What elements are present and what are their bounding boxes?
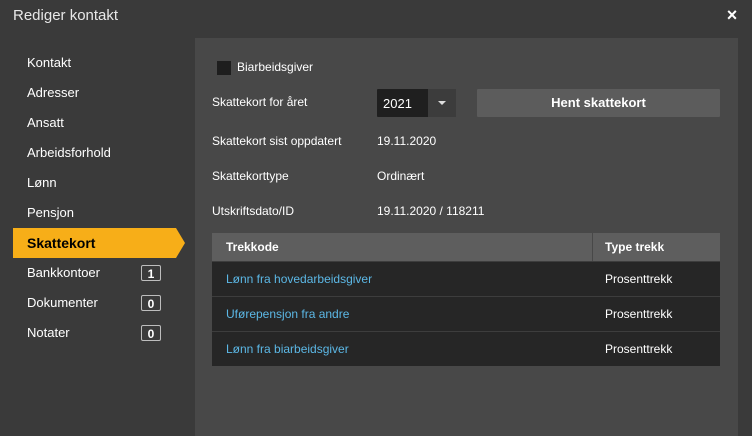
chevron-down-icon[interactable]: [428, 89, 456, 117]
sidebar-item-label: Pensjon: [27, 205, 74, 220]
trekkode-link[interactable]: Lønn fra hovedarbeidsgiver: [226, 272, 372, 286]
sidebar-item-label: Adresser: [27, 85, 80, 100]
type-value: Ordinært: [377, 169, 425, 183]
table-row: Lønn fra hovedarbeidsgiver Prosenttrekk: [212, 261, 720, 296]
biarbeidsgiver-label: Biarbeidsgiver: [237, 60, 314, 74]
biarbeidsgiver-checkbox[interactable]: [217, 61, 231, 75]
deduction-table: Trekkode Type trekk Lønn fra hovedarbeid…: [212, 233, 720, 366]
type-label: Skattekorttype: [212, 169, 289, 183]
table-row: Uførepensjon fra andre Prosenttrekk: [212, 296, 720, 331]
year-label: Skattekort for året: [212, 95, 308, 109]
sidebar-item-bankkontoer[interactable]: Bankkontoer 1: [0, 258, 195, 288]
sidebar-item-skattekort[interactable]: Skattekort: [13, 228, 185, 258]
sidebar-item-label: Ansatt: [27, 115, 64, 130]
count-badge: 0: [141, 295, 161, 311]
column-header-type-trekk: Type trekk: [605, 240, 665, 254]
count-badge: 0: [141, 325, 161, 341]
sidebar-item-label: Arbeidsforhold: [27, 145, 111, 160]
sidebar-item-arbeidsforhold[interactable]: Arbeidsforhold: [0, 138, 195, 168]
table-row: Lønn fra biarbeidsgiver Prosenttrekk: [212, 331, 720, 366]
year-select[interactable]: 2021: [377, 89, 456, 117]
printdate-label: Utskriftsdato/ID: [212, 204, 295, 218]
column-divider: [592, 233, 593, 261]
sidebar-item-label: Dokumenter: [27, 295, 98, 310]
close-icon[interactable]: ×: [724, 5, 740, 25]
fetch-tax-card-button[interactable]: Hent skattekort: [477, 89, 720, 117]
trekkode-link[interactable]: Lønn fra biarbeidsgiver: [226, 342, 349, 356]
count-badge: 1: [141, 265, 161, 281]
type-trekk-cell: Prosenttrekk: [605, 307, 673, 321]
table-header: Trekkode Type trekk: [212, 233, 720, 261]
column-header-trekkode: Trekkode: [226, 240, 279, 254]
content-panel: Biarbeidsgiver Skattekort for året 2021 …: [195, 38, 738, 436]
sidebar-item-pensjon[interactable]: Pensjon: [0, 198, 195, 228]
printdate-value: 19.11.2020 / 118211: [377, 204, 485, 218]
sidebar-item-label: Bankkontoer: [27, 265, 100, 280]
window-title: Rediger kontakt: [13, 7, 119, 24]
updated-value: 19.11.2020: [377, 134, 437, 148]
year-value: 2021: [383, 96, 412, 111]
updated-label: Skattekort sist oppdatert: [212, 134, 342, 148]
sidebar-item-label: Kontakt: [27, 55, 72, 70]
sidebar: Kontakt Adresser Ansatt Arbeidsforhold L…: [0, 48, 195, 348]
type-trekk-cell: Prosenttrekk: [605, 272, 673, 286]
sidebar-item-label: Notater: [27, 325, 70, 340]
sidebar-item-ansatt[interactable]: Ansatt: [0, 108, 195, 138]
sidebar-item-label: Skattekort: [27, 235, 96, 251]
sidebar-item-label: Lønn: [27, 175, 57, 190]
trekkode-link[interactable]: Uførepensjon fra andre: [226, 307, 349, 321]
sidebar-item-dokumenter[interactable]: Dokumenter 0: [0, 288, 195, 318]
sidebar-item-lonn[interactable]: Lønn: [0, 168, 195, 198]
type-trekk-cell: Prosenttrekk: [605, 342, 673, 356]
sidebar-item-adresser[interactable]: Adresser: [0, 78, 195, 108]
sidebar-item-notater[interactable]: Notater 0: [0, 318, 195, 348]
title-bar: Rediger kontakt ×: [0, 0, 752, 32]
sidebar-item-kontakt[interactable]: Kontakt: [0, 48, 195, 78]
